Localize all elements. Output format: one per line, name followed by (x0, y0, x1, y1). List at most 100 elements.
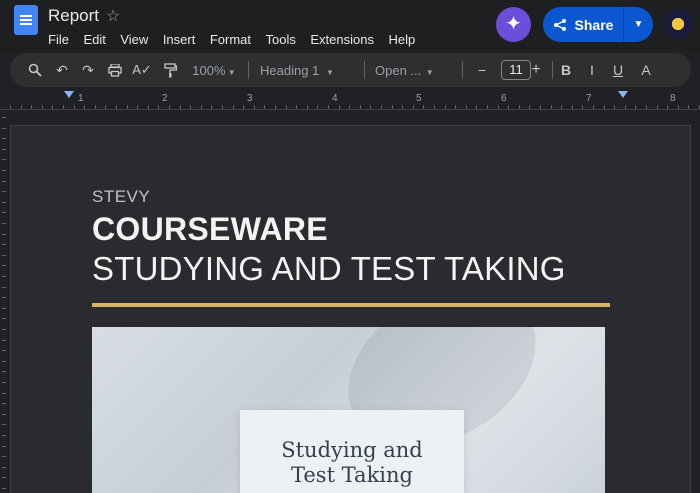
ruler-tick (2, 297, 6, 298)
ruler-tick (180, 105, 181, 109)
ruler-tick (2, 435, 6, 436)
share-button[interactable]: Share (543, 7, 623, 42)
ruler-tick (349, 105, 350, 109)
menu-view[interactable]: View (120, 32, 148, 47)
paragraph-style-value: Heading 1 (260, 63, 320, 78)
ruler-tick (381, 105, 382, 109)
ruler-tick (116, 105, 117, 109)
book-title-line1: Studying and (281, 438, 423, 462)
ruler-number: 5 (416, 93, 422, 104)
ruler-tick (476, 105, 477, 109)
ruler-tick (2, 414, 6, 415)
cover-image[interactable]: Studying and Test Taking (92, 327, 605, 493)
document-subheading[interactable]: STUDYING AND TEST TAKING (92, 250, 566, 288)
ruler-tick (540, 105, 541, 109)
share-dropdown-caret-icon[interactable]: ▼ (624, 7, 653, 42)
ruler-tick (105, 105, 106, 109)
increase-font-size-button[interactable]: + (526, 53, 546, 87)
ruler-tick (2, 477, 6, 478)
right-indent-marker-icon[interactable] (618, 91, 628, 98)
ruler-tick (275, 105, 276, 109)
gemini-sparkle-button[interactable]: ✦ (496, 7, 531, 42)
ruler-tick (604, 105, 605, 109)
toolbar-divider (248, 61, 249, 79)
ruler-tick (84, 105, 85, 109)
ruler-tick (667, 105, 668, 109)
ruler-tick (455, 105, 456, 109)
ruler-tick (2, 382, 6, 383)
ruler-number: 8 (670, 93, 676, 104)
ruler-tick (2, 191, 6, 192)
ruler-tick (2, 456, 6, 457)
ruler-tick (360, 105, 361, 109)
left-indent-marker-icon[interactable] (64, 91, 74, 98)
ruler-tick (2, 318, 6, 319)
title-bar: Report ☆ File Edit View Insert Format To… (0, 0, 700, 52)
menu-insert[interactable]: Insert (163, 32, 196, 47)
bold-button[interactable]: B (556, 53, 576, 87)
menu-extensions[interactable]: Extensions (310, 32, 374, 47)
ruler-tick (158, 105, 159, 109)
ruler-tick (42, 105, 43, 109)
ruler-tick (296, 105, 297, 109)
ruler-tick (423, 105, 424, 109)
ruler-tick (2, 212, 6, 213)
ruler-tick (254, 105, 255, 109)
toolbar-divider (364, 61, 365, 79)
menu-format[interactable]: Format (210, 32, 251, 47)
document-page[interactable]: STEVY COURSEWARE STUDYING AND TEST TAKIN… (10, 125, 691, 493)
paint-format-icon[interactable] (158, 53, 182, 87)
ruler-tick (339, 105, 340, 109)
text-color-button[interactable]: A (636, 53, 656, 87)
ruler-tick (2, 170, 6, 171)
menu-edit[interactable]: Edit (83, 32, 105, 47)
vertical-ruler[interactable] (0, 111, 8, 493)
ruler-tick (31, 105, 32, 109)
document-eyebrow[interactable]: STEVY (92, 187, 150, 207)
ruler-tick (413, 105, 414, 109)
zoom-select[interactable]: 100% ▼ (190, 53, 238, 87)
share-button-group: Share ▼ (543, 7, 653, 42)
formatting-toolbar: ↶ ↷ A✓ 100% ▼ Heading 1 ▼ Open ... ▼ − 1… (10, 53, 691, 87)
ruler-tick (402, 105, 403, 109)
document-heading[interactable]: COURSEWARE (92, 211, 328, 248)
ruler-tick (551, 105, 552, 109)
ruler-tick (63, 105, 64, 109)
underline-button[interactable]: U (608, 53, 628, 87)
ruler-tick (148, 105, 149, 109)
font-family-select[interactable]: Open ... ▼ (375, 53, 439, 87)
ruler-tick (2, 308, 6, 309)
star-icon[interactable]: ☆ (106, 6, 120, 26)
docs-logo-icon[interactable] (14, 5, 38, 35)
ruler-tick (614, 105, 615, 109)
account-avatar[interactable] (664, 10, 692, 38)
ruler-tick (95, 105, 96, 109)
toolbar-divider (462, 61, 463, 79)
ruler-number: 7 (586, 93, 592, 104)
ruler-tick (243, 105, 244, 109)
print-icon[interactable] (103, 53, 127, 87)
italic-button[interactable]: I (582, 53, 602, 87)
redo-icon[interactable]: ↷ (76, 53, 100, 87)
ruler-tick (222, 105, 223, 109)
spellcheck-icon[interactable]: A✓ (130, 53, 154, 87)
search-icon[interactable] (22, 53, 48, 87)
ruler-tick (2, 467, 6, 468)
document-title[interactable]: Report (48, 6, 99, 26)
ruler-tick (264, 105, 265, 109)
zoom-value: 100% (192, 63, 226, 78)
menu-file[interactable]: File (48, 32, 69, 47)
ruler-tick (2, 117, 6, 118)
ruler-tick (529, 105, 530, 109)
undo-icon[interactable]: ↶ (50, 53, 74, 87)
ruler-tick (678, 105, 679, 109)
paragraph-style-select[interactable]: Heading 1 ▼ (260, 53, 338, 87)
ruler-tick (317, 105, 318, 109)
menu-bar: File Edit View Insert Format Tools Exten… (48, 32, 430, 47)
menu-tools[interactable]: Tools (266, 32, 296, 47)
ruler-tick (646, 105, 647, 109)
horizontal-ruler[interactable]: 1 2 3 4 5 6 7 8 (0, 88, 700, 110)
decrease-font-size-button[interactable]: − (472, 53, 492, 87)
book-title-line2: Test Taking (290, 463, 413, 487)
menu-help[interactable]: Help (388, 32, 415, 47)
